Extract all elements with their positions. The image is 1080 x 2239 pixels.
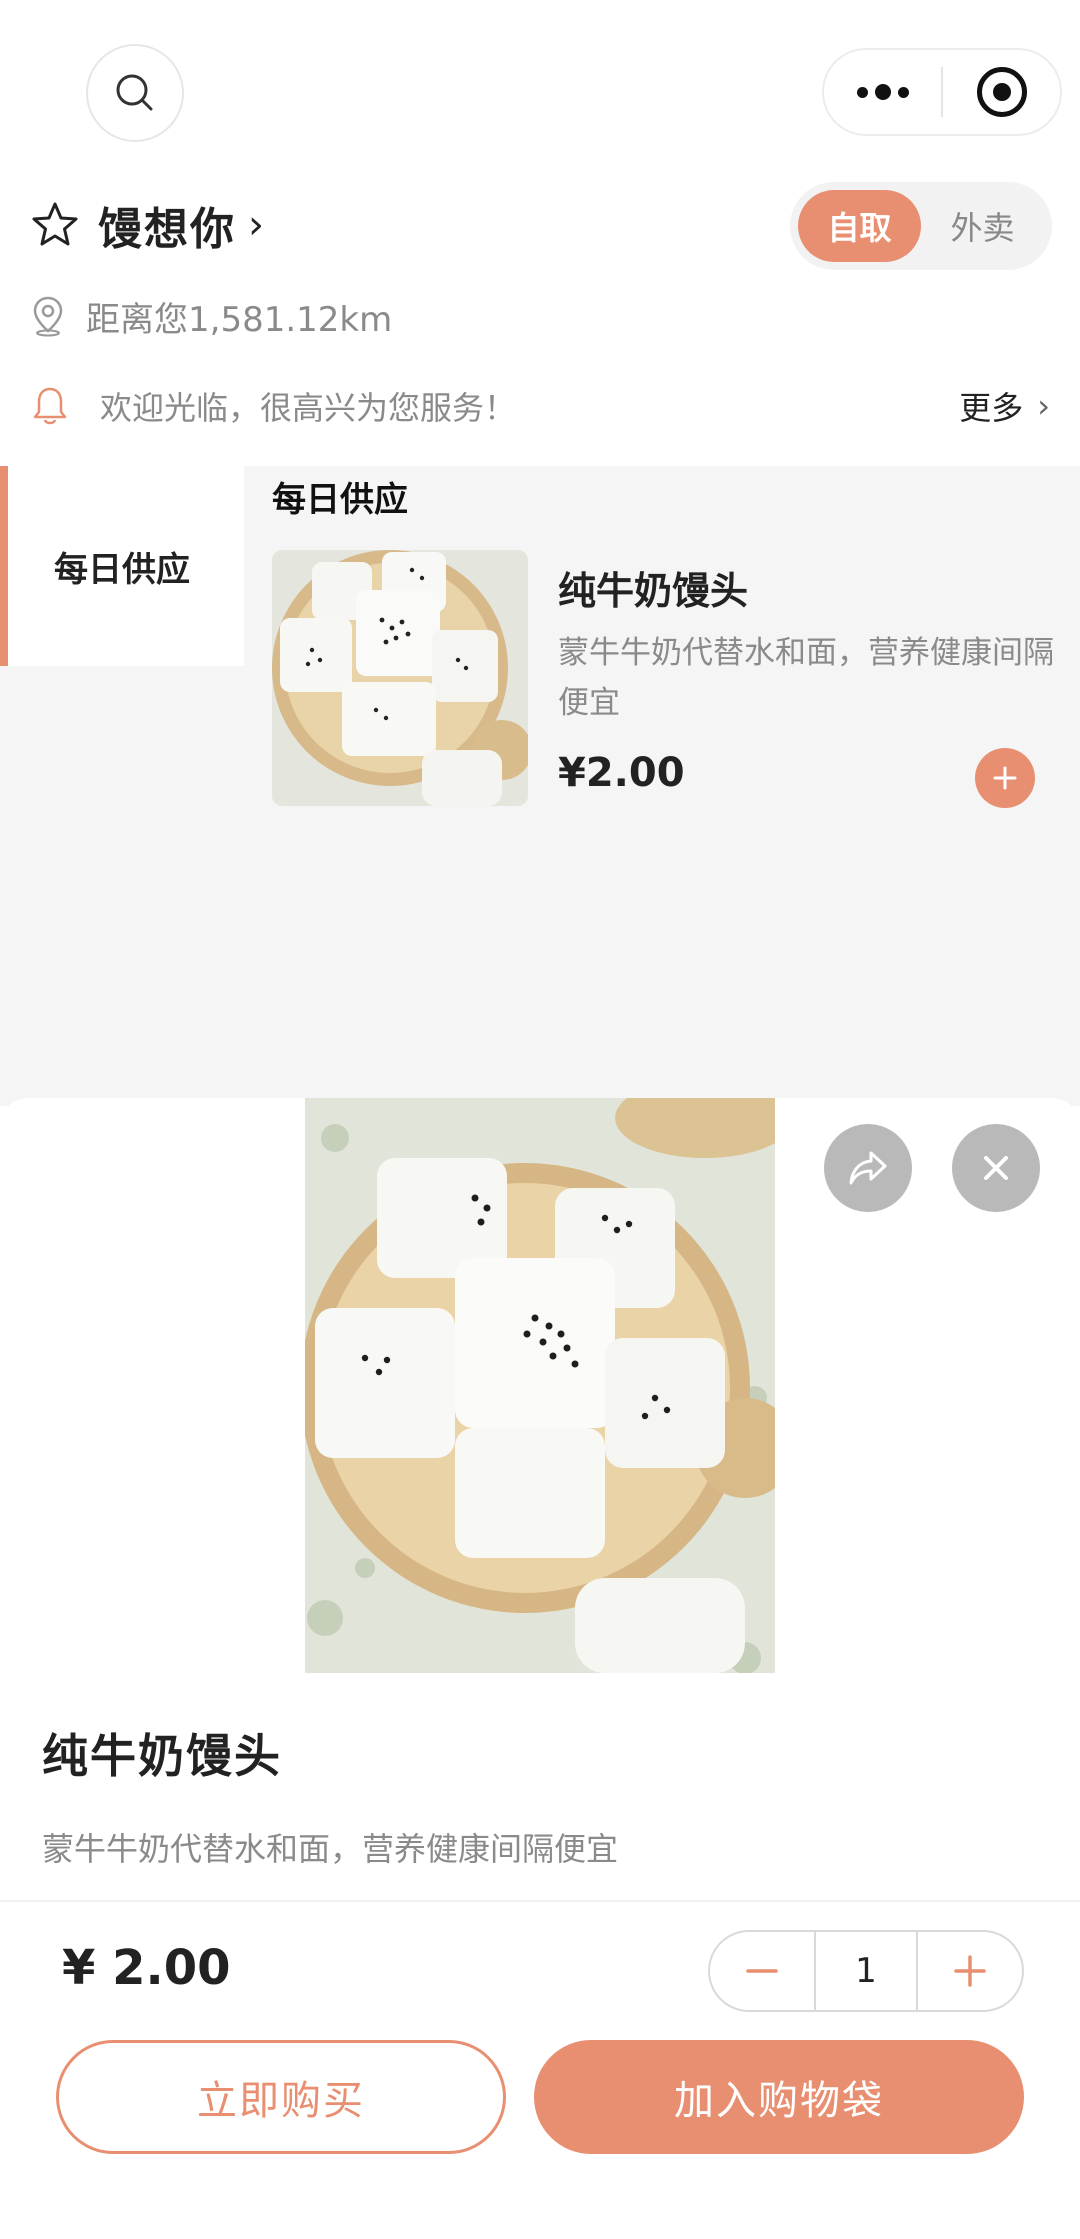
- location-pin-icon: [33, 296, 63, 337]
- store-name[interactable]: 馒想你: [98, 193, 236, 257]
- close-icon: [984, 1156, 1008, 1180]
- search-icon: [116, 74, 153, 111]
- detail-price: ¥ 2.00: [62, 1940, 231, 1996]
- mode-delivery-tab[interactable]: 外卖: [921, 190, 1044, 262]
- product-description: 蒙牛牛奶代替水和面，营养健康间隔便宜: [558, 635, 1054, 721]
- store-header[interactable]: 馒想你 ›: [30, 190, 264, 260]
- order-mode-toggle: 自取 外卖: [790, 182, 1052, 270]
- category-item-daily[interactable]: 每日供应: [0, 466, 244, 666]
- add-to-bag-button[interactable]: 加入购物袋: [534, 2040, 1024, 2154]
- distance-row: 距离您1,581.12km: [30, 288, 392, 344]
- search-button[interactable]: [86, 44, 184, 142]
- notice-text: 欢迎光临，很高兴为您服务！: [100, 389, 517, 427]
- section-title: 每日供应: [272, 480, 408, 520]
- detail-product-description: 蒙牛牛奶代替水和面，营养健康间隔便宜: [42, 1830, 619, 1868]
- more-dots-icon: [856, 84, 909, 100]
- more-button[interactable]: [824, 50, 941, 134]
- close-app-button[interactable]: [943, 50, 1060, 134]
- more-link[interactable]: 更多 ›: [959, 383, 1050, 429]
- product-large-image[interactable]: [305, 1098, 775, 1673]
- increase-quantity-button[interactable]: [918, 1932, 1022, 2010]
- mini-program-capsule: [822, 48, 1062, 136]
- product-thumbnail[interactable]: [272, 550, 528, 806]
- bell-icon: [33, 387, 67, 425]
- mode-pickup-tab[interactable]: 自取: [798, 190, 921, 262]
- add-to-cart-button[interactable]: [975, 748, 1035, 808]
- distance-text: 距离您1,581.12km: [86, 299, 393, 340]
- product-price: ¥2.00: [558, 750, 685, 796]
- plus-icon: [954, 1955, 986, 1987]
- minus-icon: [746, 1969, 778, 1973]
- close-sheet-button[interactable]: [952, 1124, 1040, 1212]
- target-icon: [976, 67, 1027, 117]
- detail-product-name: 纯牛奶馒头: [42, 1729, 282, 1783]
- divider: [0, 1900, 1080, 1902]
- star-icon[interactable]: [30, 200, 80, 250]
- quantity-value[interactable]: 1: [814, 1932, 918, 2010]
- product-name[interactable]: 纯牛奶馒头: [558, 560, 748, 615]
- share-button[interactable]: [824, 1124, 912, 1212]
- chevron-right-icon: ›: [248, 202, 264, 248]
- quantity-stepper: 1: [708, 1930, 1024, 2012]
- plus-icon: [993, 766, 1017, 790]
- notice-bar: 欢迎光临，很高兴为您服务！ 更多 ›: [30, 378, 1050, 434]
- decrease-quantity-button[interactable]: [710, 1932, 814, 2010]
- category-active-indicator: [0, 466, 8, 666]
- buy-now-button[interactable]: 立即购买: [56, 2040, 506, 2154]
- more-label: 更多: [959, 389, 1024, 427]
- share-icon: [849, 1151, 887, 1185]
- chevron-right-icon: ›: [1037, 387, 1050, 425]
